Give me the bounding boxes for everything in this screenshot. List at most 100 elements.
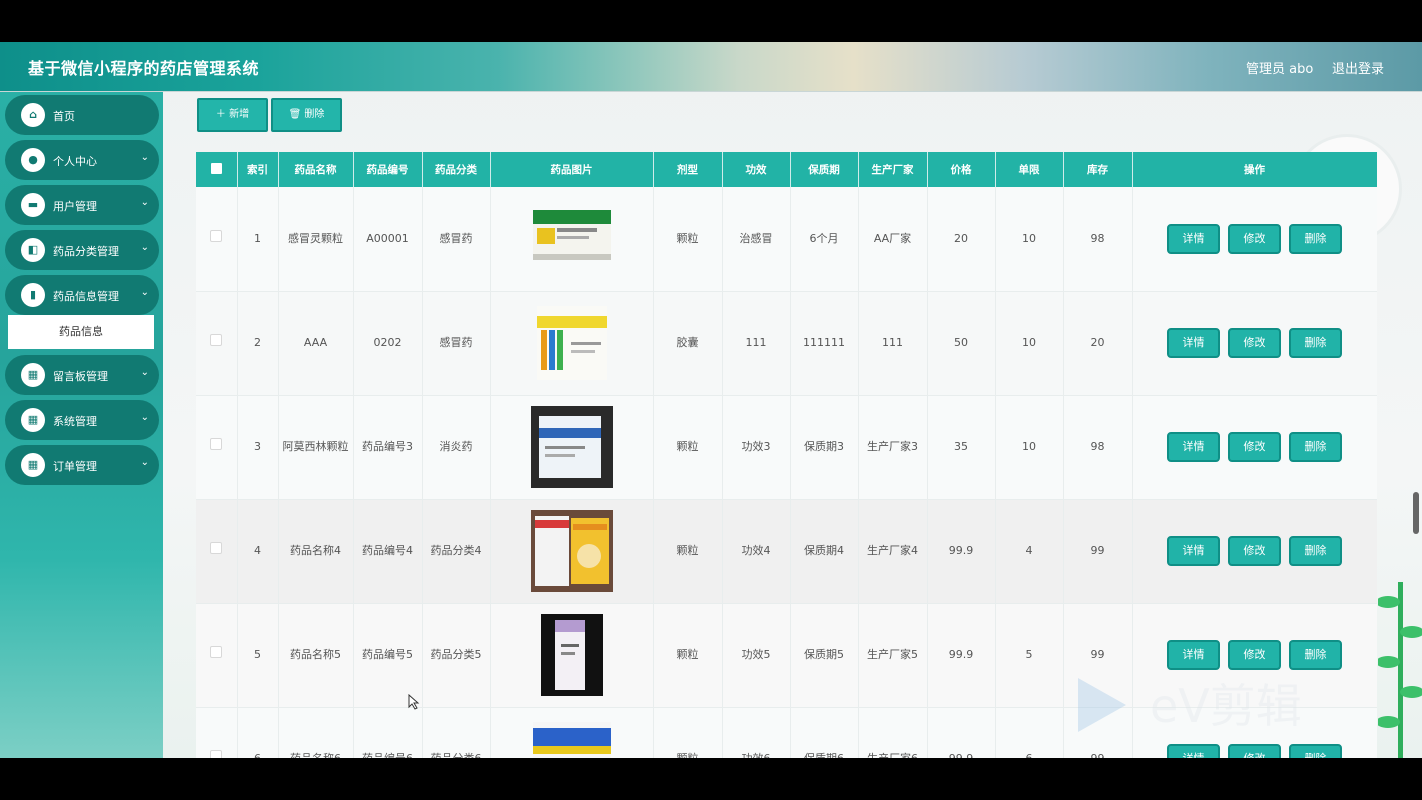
detail-button[interactable]: 详情 <box>1167 640 1220 670</box>
logout-link[interactable]: 退出登录 <box>1332 58 1384 77</box>
plant-decoration <box>1378 582 1422 758</box>
detail-button[interactable]: 详情 <box>1167 744 1220 758</box>
category-cell: 感冒药 <box>422 187 491 292</box>
limit-cell: 5 <box>995 603 1064 708</box>
row-checkbox[interactable] <box>196 291 238 396</box>
detail-button[interactable]: 详情 <box>1167 223 1220 254</box>
effect-cell: 功效5 <box>722 603 791 708</box>
image-cell <box>490 603 654 708</box>
column-header: 药品编号 <box>353 152 423 187</box>
image-cell <box>490 395 654 500</box>
limit-cell: 10 <box>995 291 1064 396</box>
chevron-down-icon: ⌄ <box>140 197 149 208</box>
edit-button[interactable]: 修改 <box>1228 432 1281 462</box>
stock-cell: 20 <box>1063 291 1133 396</box>
sidebar-item-label: 药品分类管理 <box>53 245 119 258</box>
form-cell: 颗粒 <box>653 707 723 758</box>
image-cell <box>490 291 654 396</box>
category-cell: 药品分类4 <box>422 499 491 604</box>
index-cell: 4 <box>237 499 279 604</box>
sidebar-item-users[interactable]: ▬ 用户管理 ⌄ <box>5 185 159 225</box>
name-cell: 药品名称4 <box>278 499 354 604</box>
maker-cell: 111 <box>858 291 928 396</box>
actions-cell: 详情修改删除 <box>1132 187 1377 292</box>
row-checkbox[interactable] <box>196 395 238 500</box>
drug-image <box>531 302 613 384</box>
name-cell: 阿莫西林颗粒 <box>278 395 354 500</box>
form-cell: 胶囊 <box>653 291 723 396</box>
column-header: 功效 <box>722 152 791 187</box>
app-title: 基于微信小程序的药店管理系统 <box>28 59 260 78</box>
scrollbar-thumb[interactable] <box>1413 492 1419 534</box>
name-cell: 药品名称6 <box>278 707 354 758</box>
shelf-life-cell: 保质期3 <box>790 395 859 500</box>
maker-cell: 生产厂家6 <box>858 707 928 758</box>
table-header-row: 索引 药品名称 药品编号 药品分类 药品图片 剂型 功效 保质期 生产厂家 价格… <box>196 152 1377 187</box>
row-checkbox[interactable] <box>196 499 238 604</box>
price-cell: 35 <box>927 395 996 500</box>
form-cell: 颗粒 <box>653 395 723 500</box>
shelf-life-cell: 保质期6 <box>790 707 859 758</box>
app-window: 基于微信小程序的药店管理系统 管理员 abo 退出登录 ⌂ 首页 ● 个人中心 … <box>0 42 1422 758</box>
maker-cell: 生产厂家5 <box>858 603 928 708</box>
batch-delete-button[interactable]: 🗑 删除 <box>271 98 342 132</box>
column-header: 剂型 <box>653 152 723 187</box>
delete-button[interactable]: 删除 <box>1289 223 1342 254</box>
delete-button[interactable]: 删除 <box>1289 432 1342 462</box>
monitor-icon: ▬ <box>21 193 45 217</box>
stock-cell: 99 <box>1063 499 1133 604</box>
edit-button[interactable]: 修改 <box>1228 223 1281 254</box>
sidebar-item-label: 用户管理 <box>53 200 97 213</box>
image-cell <box>490 187 654 292</box>
drug-image <box>530 406 613 488</box>
delete-button[interactable]: 删除 <box>1289 536 1342 566</box>
sidebar-item-home[interactable]: ⌂ 首页 <box>5 95 159 135</box>
row-checkbox[interactable] <box>196 187 238 292</box>
drug-image <box>530 510 613 592</box>
delete-button[interactable]: 删除 <box>1289 328 1342 358</box>
column-header: 药品图片 <box>490 152 654 187</box>
row-checkbox[interactable] <box>196 603 238 708</box>
drug-table: 索引 药品名称 药品编号 药品分类 药品图片 剂型 功效 保质期 生产厂家 价格… <box>196 152 1377 758</box>
actions-cell: 详情修改删除 <box>1132 499 1377 604</box>
index-cell: 2 <box>237 291 279 396</box>
chevron-down-icon: ⌄ <box>140 367 149 378</box>
image-cell <box>490 499 654 604</box>
edit-button[interactable]: 修改 <box>1228 744 1281 758</box>
delete-button[interactable]: 删除 <box>1289 640 1342 670</box>
detail-button[interactable]: 详情 <box>1167 432 1220 462</box>
detail-button[interactable]: 详情 <box>1167 328 1220 358</box>
sidebar-item-label: 系统管理 <box>53 415 97 428</box>
stock-cell: 98 <box>1063 395 1133 500</box>
sidebar-item-drug-category[interactable]: ◧ 药品分类管理 ⌄ <box>5 230 159 270</box>
sidebar-item-drug-info[interactable]: ▮ 药品信息管理 ⌄ <box>5 275 159 315</box>
sidebar-subitem-drug-info[interactable]: 药品信息 <box>8 315 154 349</box>
price-cell: 99.9 <box>927 499 996 604</box>
edit-button[interactable]: 修改 <box>1228 328 1281 358</box>
price-cell: 50 <box>927 291 996 396</box>
table-row: 2 AAA 0202 感冒药 胶囊 111 111111 111 50 10 20 详情 修改 删除 <box>196 291 1377 396</box>
sidebar-item-system[interactable]: ▦ 系统管理 ⌄ <box>5 400 159 440</box>
add-button[interactable]: ＋ 新增 <box>197 98 268 132</box>
code-cell: 药品编号5 <box>353 603 423 708</box>
edit-button[interactable]: 修改 <box>1228 640 1281 670</box>
detail-button[interactable]: 详情 <box>1167 536 1220 566</box>
code-cell: 药品编号6 <box>353 707 423 758</box>
row-checkbox[interactable] <box>196 707 238 758</box>
effect-cell: 111 <box>722 291 791 396</box>
effect-cell: 功效3 <box>722 395 791 500</box>
index-cell: 3 <box>237 395 279 500</box>
sidebar-item-profile[interactable]: ● 个人中心 ⌄ <box>5 140 159 180</box>
name-cell: 药品名称5 <box>278 603 354 708</box>
category-cell: 药品分类6 <box>422 707 491 758</box>
sidebar-item-orders[interactable]: ▦ 订单管理 ⌄ <box>5 445 159 485</box>
delete-button[interactable]: 删除 <box>1289 744 1342 758</box>
price-cell: 20 <box>927 187 996 292</box>
limit-cell: 4 <box>995 499 1064 604</box>
table-row: 1 感冒灵颗粒 A00001 感冒药 颗粒 治感冒 6个月 AA厂家 20 10 98 详情 修改 删除 <box>196 187 1377 292</box>
name-cell: 感冒灵颗粒 <box>278 187 354 292</box>
edit-button[interactable]: 修改 <box>1228 536 1281 566</box>
sidebar-item-messages[interactable]: ▦ 留言板管理 ⌄ <box>5 355 159 395</box>
home-icon: ⌂ <box>21 103 45 127</box>
select-all-checkbox[interactable] <box>196 152 238 187</box>
